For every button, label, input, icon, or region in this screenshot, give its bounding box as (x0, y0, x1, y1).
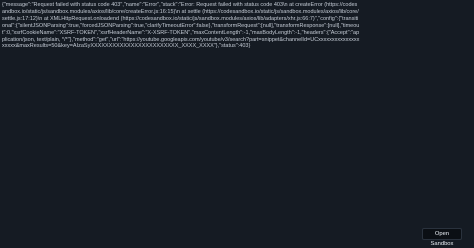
open-sandbox-button[interactable]: Open Sandbox (422, 228, 462, 247)
error-output: {"message":"Request failed with status c… (2, 2, 360, 50)
